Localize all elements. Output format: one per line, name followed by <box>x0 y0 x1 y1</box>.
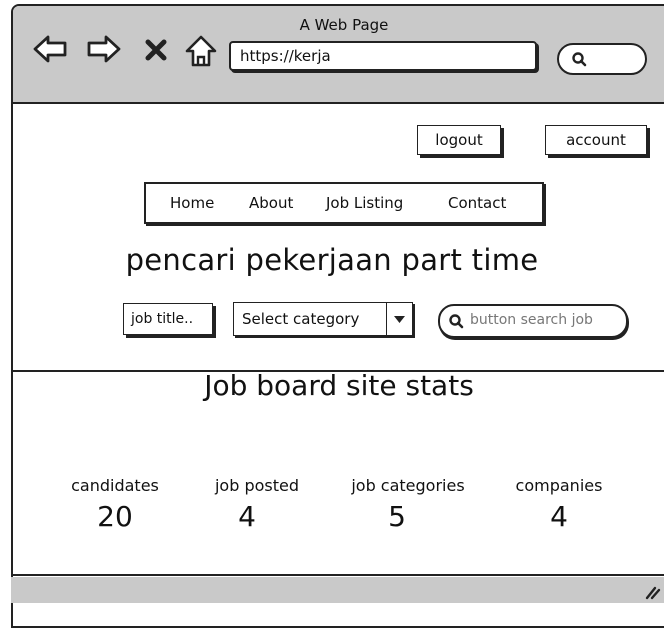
browser-statusbar <box>11 577 664 603</box>
search-icon <box>449 314 464 329</box>
stat-label-companies: companies <box>515 476 603 495</box>
page-headline: pencari pekerjaan part time <box>125 243 539 277</box>
forward-arrow-icon[interactable] <box>86 34 122 64</box>
search-job-label: button search job <box>470 312 593 328</box>
stat-label-candidates: candidates <box>71 476 159 495</box>
search-job-button[interactable]: button search job <box>438 304 628 338</box>
home-icon[interactable] <box>184 34 218 67</box>
search-icon <box>572 52 587 67</box>
main-nav: Home About Job Listing Contact <box>144 182 544 224</box>
chevron-down-icon[interactable] <box>386 303 412 335</box>
category-select[interactable]: Select category <box>233 302 413 336</box>
stat-label-job-posted: job posted <box>214 476 300 495</box>
nav-item-about[interactable]: About <box>249 194 293 212</box>
window-title: A Web Page <box>299 16 389 34</box>
back-arrow-icon[interactable] <box>32 34 68 64</box>
job-title-placeholder: job title.. <box>131 311 194 327</box>
resize-grip-icon[interactable] <box>643 584 661 604</box>
nav-item-job-listing[interactable]: Job Listing <box>326 194 403 212</box>
content-bottom-border <box>11 574 664 576</box>
browser-search-field[interactable] <box>557 43 647 75</box>
nav-item-contact[interactable]: Contact <box>448 194 506 212</box>
stat-value-companies: 4 <box>550 500 568 533</box>
nav-item-home[interactable]: Home <box>170 194 214 212</box>
stat-value-job-posted: 4 <box>238 500 256 533</box>
logout-button[interactable]: logout <box>417 125 501 155</box>
job-title-input[interactable]: job title.. <box>123 303 213 335</box>
account-button[interactable]: account <box>545 125 647 155</box>
stat-value-candidates: 20 <box>97 500 133 533</box>
stat-value-job-categories: 5 <box>388 500 406 533</box>
url-bar[interactable]: https://kerja <box>229 41 537 71</box>
close-x-icon[interactable] <box>144 34 168 64</box>
url-text: https://kerja <box>240 47 331 65</box>
stat-label-job-categories: job categories <box>351 476 465 495</box>
stats-title: Job board site stats <box>204 369 474 402</box>
category-select-value: Select category <box>242 310 360 328</box>
